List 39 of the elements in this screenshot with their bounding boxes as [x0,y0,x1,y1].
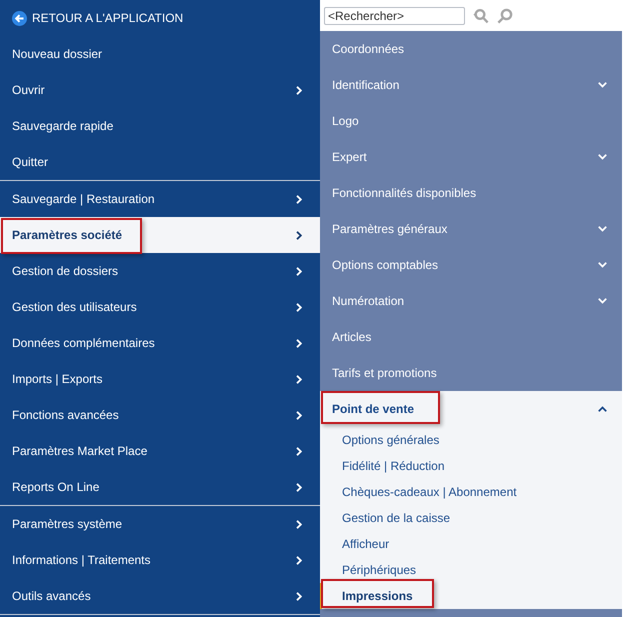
menu-item[interactable]: Imports | Exports [0,361,320,397]
menu-item[interactable]: Paramètres système [0,506,320,542]
menu-item[interactable]: Nouveau dossier [0,36,320,72]
menu-item[interactable]: Point de vente [320,391,622,427]
search-field[interactable]: <Rechercher> [324,6,465,24]
menu-item[interactable]: Gestion de dossiers [0,253,320,289]
menu-item[interactable]: Fonctions avancées [0,397,320,433]
menu-item[interactable]: Options comptables [320,247,622,283]
menu-item[interactable]: Logo [320,103,622,139]
mirrored-magnifier-icon [497,8,513,24]
menu-item[interactable]: Gestion des utilisateurs [0,289,320,325]
submenu-item[interactable]: Gestion de la caisse [320,505,622,531]
submenu-item[interactable]: Impressions [320,583,622,609]
menu-item[interactable]: Informations | Traitements [0,542,320,578]
menu-item[interactable]: Expert [320,139,622,175]
menu-item[interactable]: Tarifs et promotions [320,355,622,391]
menu-item[interactable]: Outils avancés [0,578,320,614]
menu-item[interactable]: Paramètres société [0,217,320,253]
menu-item[interactable]: Reports On Line [0,469,320,505]
back-arrow-icon [12,10,27,26]
menu-item[interactable]: Quitter [0,144,320,180]
submenu-item[interactable]: Fidélité | Réduction [320,453,622,479]
menu-item[interactable]: Données complémentaires [0,325,320,361]
menu-item[interactable]: Sauvegarde rapide [0,108,320,144]
menu-item[interactable]: Paramètres généraux [320,211,622,247]
submenu-item[interactable]: Chèques-cadeaux | Abonnement [320,479,622,505]
menu-item[interactable]: Identification [320,67,622,103]
menu-item[interactable]: Sauvegarde | Restauration [0,181,320,217]
submenu-item[interactable]: Afficheur [320,531,622,557]
submenu-item[interactable]: Périphériques [320,557,622,583]
menu-item[interactable]: Ouvrir [0,72,320,108]
menu-item[interactable]: Paramètres Market Place [0,433,320,469]
magnifier-icon [473,8,489,24]
menu-item[interactable]: Numérotation [320,283,622,319]
menu-item[interactable]: Fonctionnalités disponibles [320,175,622,211]
back-link[interactable]: RETOUR A L'APPLICATION [0,0,320,36]
submenu-item[interactable]: Options générales [320,427,622,453]
menu-item[interactable]: Coordonnées [320,31,622,67]
menu-item[interactable]: Articles [320,319,622,355]
